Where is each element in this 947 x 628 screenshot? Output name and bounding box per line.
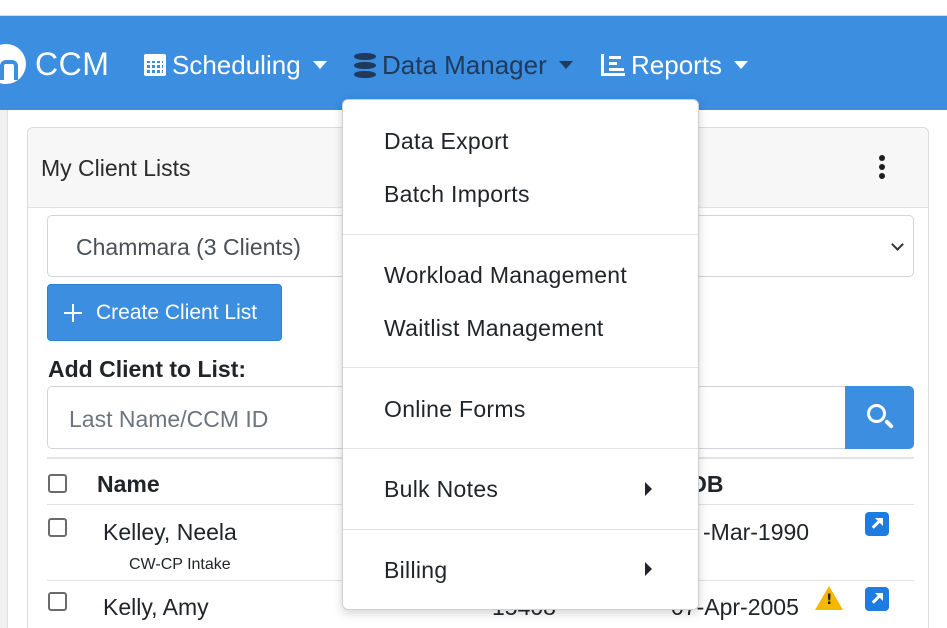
menu-divider [343, 367, 698, 368]
nav-scheduling[interactable]: Scheduling [144, 48, 327, 82]
nav-data-manager[interactable]: Data Manager [354, 48, 573, 82]
top-strip [0, 0, 947, 16]
client-name[interactable]: Kelly, Amy [103, 594, 209, 621]
select-all-checkbox[interactable] [48, 474, 67, 493]
search-button[interactable] [845, 386, 914, 449]
chart-icon [601, 54, 625, 76]
menu-item-online-forms[interactable]: Online Forms [384, 396, 526, 423]
brand-name: CCM [35, 45, 110, 82]
create-client-list-label: Create Client List [96, 300, 258, 324]
search-icon [867, 404, 886, 423]
menu-divider [343, 529, 698, 530]
card-title: My Client Lists [41, 155, 191, 181]
calendar-icon [144, 54, 166, 76]
data-manager-dropdown: Data Export Batch Imports Workload Manag… [342, 99, 699, 610]
menu-item-waitlist-management[interactable]: Waitlist Management [384, 315, 604, 342]
client-program: CW-CP Intake [129, 556, 231, 573]
caret-down-icon [734, 61, 749, 69]
add-client-label: Add Client to List: [48, 356, 247, 382]
brand[interactable]: CCM [0, 44, 109, 84]
row-checkbox[interactable] [48, 592, 67, 611]
navbar: CCM Scheduling Data Manager Reports [0, 16, 947, 110]
warning-icon [815, 586, 843, 610]
nav-reports[interactable]: Reports [601, 48, 749, 82]
client-dob: -Mar-1990 [703, 519, 810, 545]
client-name[interactable]: Kelley, Neela [103, 519, 237, 546]
database-icon [354, 52, 376, 78]
nav-data-manager-label: Data Manager [382, 49, 547, 80]
menu-item-workload-management[interactable]: Workload Management [384, 262, 627, 289]
menu-divider [343, 448, 698, 449]
row-checkbox[interactable] [48, 518, 67, 537]
logo-icon [0, 44, 26, 84]
open-client-icon[interactable] [865, 587, 889, 611]
caret-down-icon [558, 61, 573, 69]
menu-item-bulk-notes[interactable]: Bulk Notes [384, 476, 498, 503]
create-client-list-button[interactable]: Create Client List [47, 284, 282, 341]
menu-item-data-export[interactable]: Data Export [384, 128, 509, 155]
caret-down-icon [312, 61, 327, 69]
client-search-placeholder: Last Name/CCM ID [69, 406, 269, 432]
menu-item-billing[interactable]: Billing [384, 557, 447, 584]
left-sidebar-edge [0, 110, 8, 628]
menu-divider [343, 234, 698, 235]
caret-right-icon [645, 482, 652, 496]
caret-right-icon [645, 562, 652, 576]
nav-scheduling-label: Scheduling [172, 49, 301, 80]
open-client-icon[interactable] [865, 512, 889, 536]
nav-reports-label: Reports [631, 49, 723, 80]
client-list-select-value: Chammara (3 Clients) [76, 234, 301, 260]
chevron-down-icon [891, 238, 904, 251]
plus-icon [64, 303, 82, 322]
vertical-ellipsis-icon[interactable] [872, 155, 892, 183]
menu-item-batch-imports[interactable]: Batch Imports [384, 181, 530, 208]
column-header-name: Name [97, 471, 160, 497]
